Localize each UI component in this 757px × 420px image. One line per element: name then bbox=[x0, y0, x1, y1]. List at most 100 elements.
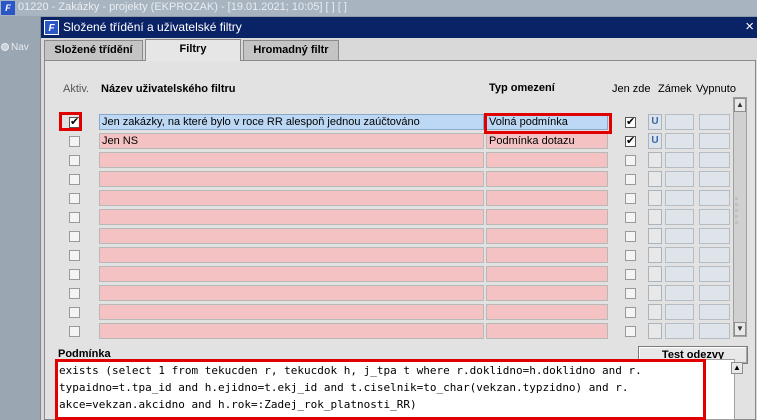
close-icon[interactable]: × bbox=[745, 18, 754, 36]
jen-zde-checkbox[interactable] bbox=[625, 326, 636, 337]
dialog-titlebar[interactable]: F Složené třídění a uživatelské filtry × bbox=[41, 17, 757, 38]
lock-cell[interactable]: U bbox=[648, 114, 662, 130]
vypnuto-cell[interactable] bbox=[699, 190, 730, 206]
vypnuto-cell[interactable] bbox=[699, 304, 730, 320]
filter-type-cell[interactable] bbox=[486, 266, 608, 282]
nav-radio[interactable]: Nav bbox=[1, 42, 29, 53]
table-row[interactable] bbox=[45, 322, 757, 340]
scroll-down-icon[interactable]: ▼ bbox=[734, 322, 746, 336]
aktiv-checkbox[interactable] bbox=[69, 288, 80, 299]
lock-cell[interactable] bbox=[648, 209, 662, 225]
jen-zde-checkbox[interactable] bbox=[625, 115, 636, 128]
aktiv-checkbox[interactable] bbox=[69, 115, 80, 128]
vypnuto-cell[interactable] bbox=[699, 228, 730, 244]
table-row[interactable] bbox=[45, 284, 757, 302]
vypnuto-cell[interactable] bbox=[699, 285, 730, 301]
aktiv-checkbox[interactable] bbox=[69, 193, 80, 204]
zamek-cell[interactable] bbox=[665, 304, 694, 320]
zamek-cell[interactable] bbox=[665, 285, 694, 301]
table-row[interactable]: Jen zakázky, na které bylo v roce RR ale… bbox=[45, 113, 757, 131]
vypnuto-cell[interactable] bbox=[699, 266, 730, 282]
table-row[interactable]: Jen NSPodmínka dotazu U bbox=[45, 132, 757, 150]
lock-cell[interactable] bbox=[648, 323, 662, 339]
scroll-up-icon[interactable]: ▲ bbox=[734, 98, 746, 112]
vypnuto-cell[interactable] bbox=[699, 133, 730, 149]
filter-name-cell[interactable] bbox=[99, 171, 484, 187]
filter-type-cell[interactable] bbox=[486, 247, 608, 263]
tab-slozene-trideni[interactable]: Složené třídění bbox=[44, 40, 143, 60]
table-row[interactable] bbox=[45, 208, 757, 226]
filter-type-cell[interactable] bbox=[486, 228, 608, 244]
jen-zde-checkbox[interactable] bbox=[625, 212, 636, 223]
filter-name-cell[interactable]: Jen zakázky, na které bylo v roce RR ale… bbox=[99, 114, 484, 130]
filter-type-cell[interactable] bbox=[486, 285, 608, 301]
table-row[interactable] bbox=[45, 265, 757, 283]
table-row[interactable] bbox=[45, 246, 757, 264]
vypnuto-cell[interactable] bbox=[699, 114, 730, 130]
zamek-cell[interactable] bbox=[665, 247, 694, 263]
lock-cell[interactable] bbox=[648, 171, 662, 187]
tab-hromadny-filtr[interactable]: Hromadný filtr bbox=[243, 40, 339, 60]
condition-scrollbar[interactable]: ▲ bbox=[731, 362, 743, 420]
filter-type-cell[interactable] bbox=[486, 190, 608, 206]
lock-cell[interactable] bbox=[648, 152, 662, 168]
jen-zde-checkbox[interactable] bbox=[625, 155, 636, 166]
filter-type-cell[interactable] bbox=[486, 171, 608, 187]
table-row[interactable] bbox=[45, 170, 757, 188]
aktiv-checkbox[interactable] bbox=[69, 250, 80, 261]
filter-type-cell[interactable] bbox=[486, 152, 608, 168]
aktiv-checkbox[interactable] bbox=[69, 212, 80, 223]
vypnuto-cell[interactable] bbox=[699, 323, 730, 339]
jen-zde-checkbox[interactable] bbox=[625, 288, 636, 299]
lock-cell[interactable] bbox=[648, 285, 662, 301]
jen-zde-checkbox[interactable] bbox=[625, 269, 636, 280]
filter-type-cell[interactable] bbox=[486, 209, 608, 225]
filter-name-cell[interactable] bbox=[99, 190, 484, 206]
vypnuto-cell[interactable] bbox=[699, 171, 730, 187]
vypnuto-cell[interactable] bbox=[699, 209, 730, 225]
table-row[interactable] bbox=[45, 151, 757, 169]
aktiv-checkbox[interactable] bbox=[69, 307, 80, 318]
lock-cell[interactable] bbox=[648, 190, 662, 206]
jen-zde-checkbox[interactable] bbox=[625, 174, 636, 185]
filter-type-cell[interactable]: Volná podmínka bbox=[486, 114, 608, 130]
zamek-cell[interactable] bbox=[665, 228, 694, 244]
zamek-cell[interactable] bbox=[665, 209, 694, 225]
zamek-cell[interactable] bbox=[665, 114, 694, 130]
filter-type-cell[interactable] bbox=[486, 304, 608, 320]
aktiv-checkbox[interactable] bbox=[69, 136, 80, 147]
filter-name-cell[interactable] bbox=[99, 323, 484, 339]
filter-name-cell[interactable] bbox=[99, 228, 484, 244]
aktiv-checkbox[interactable] bbox=[69, 326, 80, 337]
zamek-cell[interactable] bbox=[665, 133, 694, 149]
filter-name-cell[interactable] bbox=[99, 247, 484, 263]
lock-cell[interactable] bbox=[648, 228, 662, 244]
jen-zde-checkbox[interactable] bbox=[625, 193, 636, 204]
jen-zde-checkbox[interactable] bbox=[625, 250, 636, 261]
lock-cell[interactable] bbox=[648, 266, 662, 282]
aktiv-checkbox[interactable] bbox=[69, 269, 80, 280]
filter-name-cell[interactable] bbox=[99, 152, 484, 168]
lock-cell[interactable]: U bbox=[648, 133, 662, 149]
zamek-cell[interactable] bbox=[665, 323, 694, 339]
jen-zde-checkbox[interactable] bbox=[625, 231, 636, 242]
vypnuto-cell[interactable] bbox=[699, 152, 730, 168]
aktiv-checkbox[interactable] bbox=[69, 231, 80, 242]
scroll-up-icon[interactable]: ▲ bbox=[731, 362, 743, 374]
filter-name-cell[interactable] bbox=[99, 285, 484, 301]
table-row[interactable] bbox=[45, 303, 757, 321]
aktiv-checkbox[interactable] bbox=[69, 155, 80, 166]
lock-cell[interactable] bbox=[648, 247, 662, 263]
filter-name-cell[interactable]: Jen NS bbox=[99, 133, 484, 149]
zamek-cell[interactable] bbox=[665, 171, 694, 187]
table-row[interactable] bbox=[45, 227, 757, 245]
aktiv-checkbox[interactable] bbox=[69, 174, 80, 185]
table-row[interactable] bbox=[45, 189, 757, 207]
vypnuto-cell[interactable] bbox=[699, 247, 730, 263]
zamek-cell[interactable] bbox=[665, 266, 694, 282]
jen-zde-checkbox[interactable] bbox=[625, 307, 636, 318]
tab-filtry[interactable]: Filtry bbox=[145, 39, 241, 61]
filter-name-cell[interactable] bbox=[99, 304, 484, 320]
zamek-cell[interactable] bbox=[665, 190, 694, 206]
lock-cell[interactable] bbox=[648, 304, 662, 320]
